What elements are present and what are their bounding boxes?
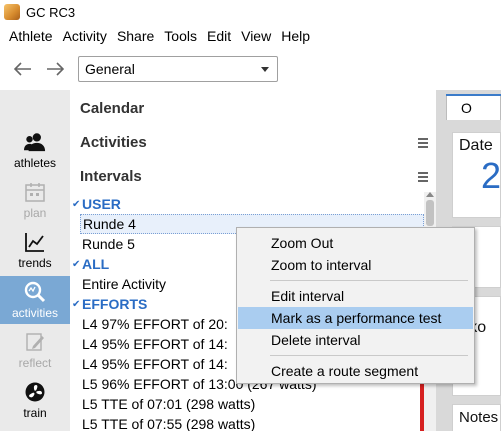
interval-context-menu: Zoom Out Zoom to interval Edit interval … [236, 227, 475, 384]
activities-menu-icon[interactable] [418, 138, 428, 148]
app-logo-icon [4, 4, 20, 20]
sidebar-item-reflect[interactable]: reflect [0, 326, 70, 374]
view-select[interactable]: General [78, 56, 278, 82]
notes-card: Notes [452, 404, 501, 431]
sidebar-label-plan: plan [23, 206, 47, 220]
menu-edit[interactable]: Edit [202, 24, 236, 48]
sidebar-item-train[interactable]: train [0, 376, 70, 424]
sidebar-label-train: train [23, 406, 47, 420]
menu-athlete[interactable]: Athlete [4, 24, 58, 48]
magnifier-icon [24, 281, 46, 303]
menu-item-zoom-out[interactable]: Zoom Out [238, 232, 473, 254]
fan-icon [24, 381, 46, 403]
menu-view[interactable]: View [236, 24, 276, 48]
menu-help[interactable]: Help [276, 24, 315, 48]
tab-overview[interactable]: O [446, 94, 501, 120]
menu-separator [270, 355, 468, 356]
toolbar: General [0, 48, 501, 90]
menu-bar: Athlete Activity Share Tools Edit View H… [0, 24, 501, 48]
section-calendar[interactable]: Calendar [80, 100, 144, 117]
athletes-icon [24, 131, 46, 153]
window-title: GC RC3 [26, 4, 76, 20]
date-value: 2 [481, 155, 501, 196]
menu-item-delete-interval[interactable]: Delete interval [238, 329, 473, 351]
date-card: Date 2 [452, 132, 501, 218]
expanded-check-icon: ✔ [72, 298, 81, 310]
intervals-menu-icon[interactable] [418, 172, 428, 182]
arrow-right-icon[interactable] [42, 56, 68, 82]
menu-tools[interactable]: Tools [159, 24, 202, 48]
view-select-value: General [85, 61, 135, 77]
title-bar: GC RC3 [0, 0, 501, 24]
scroll-up-icon[interactable] [426, 192, 434, 197]
sidebar-label-trends: trends [18, 256, 52, 270]
trend-chart-icon [24, 231, 46, 253]
sidebar-label-reflect: reflect [18, 356, 52, 370]
menu-item-mark-performance-test[interactable]: Mark as a performance test [238, 307, 473, 329]
interval-item[interactable]: L5 TTE of 07:01 (298 watts) [70, 394, 426, 414]
left-sidebar: athletes plan trends activities reflect … [0, 90, 70, 431]
sidebar-item-plan[interactable]: plan [0, 176, 70, 224]
sidebar-item-activities[interactable]: activities [0, 276, 70, 324]
calendar-icon [24, 181, 46, 203]
menu-share[interactable]: Share [112, 24, 159, 48]
sidebar-label-athletes: athletes [13, 156, 57, 170]
menu-item-edit-interval[interactable]: Edit interval [238, 285, 473, 307]
interval-item[interactable]: L5 TTE of 07:55 (298 watts) [70, 414, 426, 431]
section-intervals[interactable]: Intervals [80, 168, 142, 185]
expanded-check-icon: ✔ [72, 198, 81, 210]
group-user[interactable]: ✔ USER [70, 194, 426, 214]
sidebar-item-athletes[interactable]: athletes [0, 126, 70, 174]
menu-item-create-route-segment[interactable]: Create a route segment [238, 360, 473, 382]
scroll-thumb[interactable] [426, 200, 434, 226]
sidebar-label-activities: activities [11, 306, 58, 320]
menu-item-zoom-to-interval[interactable]: Zoom to interval [238, 254, 473, 276]
arrow-left-icon[interactable] [10, 56, 36, 82]
menu-separator [270, 280, 468, 281]
chevron-down-icon [261, 66, 269, 72]
section-activities[interactable]: Activities [80, 134, 147, 151]
sidebar-item-trends[interactable]: trends [0, 226, 70, 274]
menu-activity[interactable]: Activity [58, 24, 112, 48]
expanded-check-icon: ✔ [72, 258, 81, 270]
pencil-icon [24, 331, 46, 353]
tab-active-indicator [446, 94, 501, 96]
